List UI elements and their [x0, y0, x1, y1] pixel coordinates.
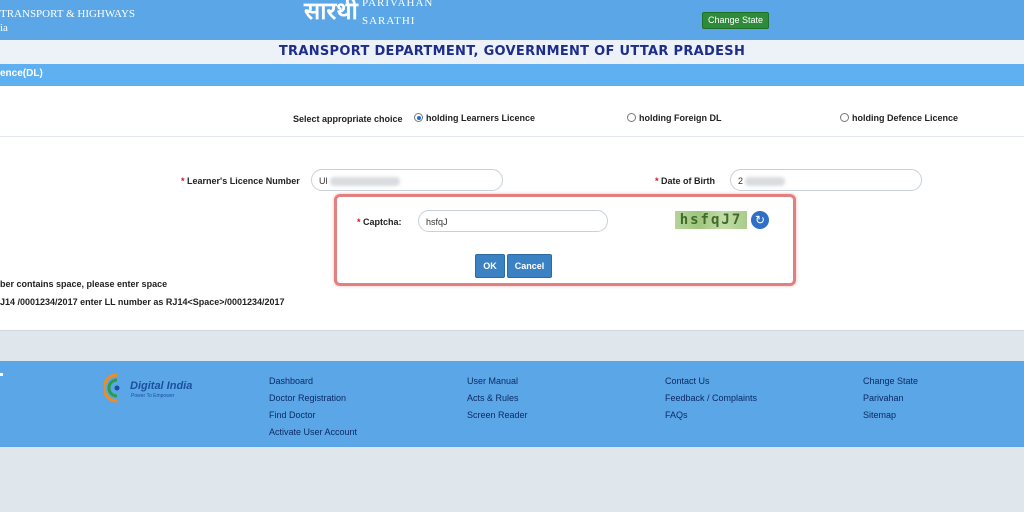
- logo-line-1: PARIVAHAN: [362, 0, 434, 9]
- choice-label: Select appropriate choice: [293, 114, 403, 124]
- footer-link-change-state[interactable]: Change State: [863, 373, 918, 390]
- captcha-label: * Captcha:: [357, 217, 402, 227]
- captcha-input-value: hsfqJ: [426, 217, 448, 227]
- footer-link-screen-reader[interactable]: Screen Reader: [467, 407, 528, 424]
- redacted-text: [745, 177, 786, 187]
- ministry-line-2: ia: [0, 22, 8, 34]
- digital-india-logo: Digital India Power To Empower: [104, 372, 194, 406]
- digital-india-icon: [104, 373, 120, 403]
- footer-link-user-manual[interactable]: User Manual: [467, 373, 528, 390]
- footer-link-doctor-registration[interactable]: Doctor Registration: [269, 390, 357, 407]
- ll-number-value: Ul: [319, 176, 328, 186]
- ll-number-input[interactable]: Ul: [311, 169, 503, 191]
- radio-label: holding Foreign DL: [639, 113, 722, 123]
- radio-defence-licence[interactable]: holding Defence Licence: [840, 113, 958, 123]
- dob-input[interactable]: 2: [730, 169, 922, 191]
- footer-link-acts-rules[interactable]: Acts & Rules: [467, 390, 528, 407]
- digital-india-subtext: Power To Empower: [131, 393, 175, 399]
- dob-label-text: Date of Birth: [661, 176, 716, 186]
- radio-checked-icon[interactable]: [414, 113, 423, 123]
- radio-learners-licence[interactable]: holding Learners Licence: [414, 113, 535, 123]
- footer-col-4: Change State Parivahan Sitemap: [863, 373, 918, 424]
- footer-col-2: User Manual Acts & Rules Screen Reader: [467, 373, 528, 424]
- footer-link-contact-us[interactable]: Contact Us: [665, 373, 757, 390]
- footer-link-feedback[interactable]: Feedback / Complaints: [665, 390, 757, 407]
- choice-row: Select appropriate choice holding Learne…: [0, 106, 1024, 137]
- refresh-icon[interactable]: ↻: [751, 211, 769, 229]
- cancel-button[interactable]: Cancel: [507, 254, 552, 278]
- logo-line-2: SARATHI: [362, 15, 416, 27]
- required-mark: *: [181, 176, 185, 186]
- radio-label: holding Learners Licence: [426, 113, 536, 123]
- captcha-label-text: Captcha:: [363, 217, 402, 227]
- form-panel: Select appropriate choice holding Learne…: [0, 86, 1024, 331]
- dob-label: * Date of Birth: [655, 176, 715, 186]
- ll-format-note-2: J14 /0001234/2017 enter LL number as RJ1…: [0, 297, 285, 307]
- ll-format-note-1: ber contains space, please enter space: [0, 279, 168, 289]
- radio-foreign-dl[interactable]: holding Foreign DL: [627, 113, 722, 123]
- footer-col-1: Dashboard Doctor Registration Find Docto…: [269, 373, 357, 441]
- footer-link-dashboard[interactable]: Dashboard: [269, 373, 357, 390]
- section-title: ence(DL): [0, 68, 43, 79]
- digital-india-text: Digital India: [130, 380, 193, 392]
- captcha-image: hsfqJ7: [675, 211, 747, 229]
- captcha-input[interactable]: hsfqJ: [418, 210, 608, 232]
- required-mark: *: [357, 217, 361, 227]
- footer-link-sitemap[interactable]: Sitemap: [863, 407, 918, 424]
- ll-number-label-text: Learner's Licence Number: [187, 176, 300, 186]
- footer: Digital India Power To Empower Dashboard…: [0, 361, 1024, 447]
- ministry-line-1: TRANSPORT & HIGHWAYS: [0, 8, 136, 20]
- radio-label: holding Defence Licence: [852, 113, 959, 123]
- captcha-highlight-box: * Captcha: hsfqJ hsfqJ7 ↻ OK Cancel: [334, 194, 796, 286]
- footer-link-find-doctor[interactable]: Find Doctor: [269, 407, 357, 424]
- ministry-name: TRANSPORT & HIGHWAYS ia: [0, 2, 135, 35]
- footer-link-activate-account[interactable]: Activate User Account: [269, 424, 357, 441]
- radio-unchecked-icon[interactable]: [627, 113, 636, 123]
- redacted-text: [329, 177, 400, 187]
- department-bar: TRANSPORT DEPARTMENT, GOVERNMENT OF UTTA…: [0, 40, 1024, 64]
- footer-dot: [0, 373, 3, 376]
- radio-unchecked-icon[interactable]: [840, 113, 849, 123]
- ok-button[interactable]: OK: [475, 254, 505, 278]
- sarathi-logo-text: PARIVAHAN SARATHI: [362, 0, 433, 30]
- top-header: TRANSPORT & HIGHWAYS ia सारथी PARIVAHAN …: [0, 0, 1024, 40]
- required-mark: *: [655, 176, 659, 186]
- change-state-button[interactable]: Change State: [702, 12, 770, 29]
- section-bar: ence(DL): [0, 64, 1024, 86]
- footer-link-parivahan[interactable]: Parivahan: [863, 390, 918, 407]
- footer-link-faqs[interactable]: FAQs: [665, 407, 757, 424]
- sarathi-logo-hindi: सारथी: [304, 0, 358, 25]
- dob-value: 2: [738, 176, 744, 186]
- footer-col-3: Contact Us Feedback / Complaints FAQs: [665, 373, 757, 424]
- ll-number-label: * Learner's Licence Number: [181, 176, 300, 186]
- department-title: TRANSPORT DEPARTMENT, GOVERNMENT OF UTTA…: [278, 44, 746, 59]
